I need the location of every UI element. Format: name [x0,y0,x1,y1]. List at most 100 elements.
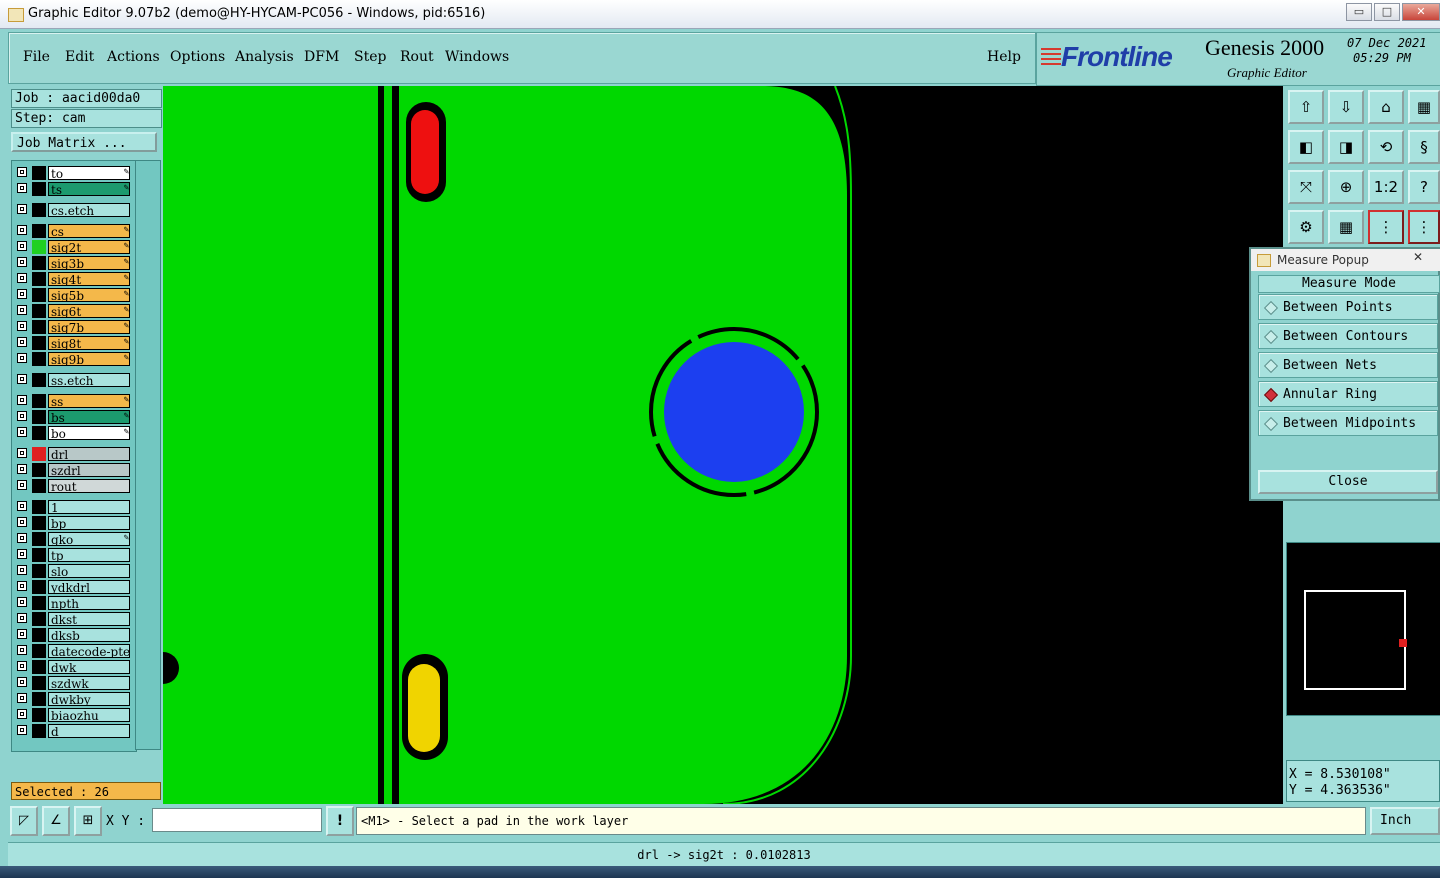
graphic-canvas[interactable] [163,86,1283,804]
layer-checkbox[interactable] [17,411,27,421]
layer-checkbox[interactable] [17,241,27,251]
mode-between-nets[interactable]: Between Nets [1258,352,1438,378]
layer-row[interactable]: bp [15,516,133,530]
layer-color-swatch[interactable] [32,479,46,493]
menu-dfm[interactable]: DFM [304,49,339,65]
layer-row[interactable]: biaozhu [15,708,133,722]
layer-checkbox[interactable] [17,321,27,331]
layer-name[interactable]: ss.etch [48,373,130,387]
units-select[interactable]: Inch [1370,807,1440,835]
redo-icon[interactable]: ⟲ [1368,130,1404,164]
layer-row[interactable]: szdrl [15,463,133,477]
layer-checkbox[interactable] [17,501,27,511]
layer-color-swatch[interactable] [32,596,46,610]
overview-map[interactable] [1286,542,1440,716]
layer-name[interactable]: biaozhu [48,708,130,722]
layer-name[interactable]: sig5b [48,288,130,302]
layer-checkbox[interactable] [17,725,27,735]
layer-color-swatch[interactable] [32,256,46,270]
maximize-button[interactable]: □ [1374,3,1400,21]
layer-row[interactable]: dksb [15,628,133,642]
layer-checkbox[interactable] [17,517,27,527]
layer-list-scrollbar[interactable] [135,160,161,750]
layer-color-swatch[interactable] [32,447,46,461]
layer-name[interactable]: d [48,724,130,738]
layer-checkbox[interactable] [17,374,27,384]
layer-checkbox[interactable] [17,395,27,405]
zoom-home-icon[interactable]: ⇧ [1288,90,1324,124]
layer-color-swatch[interactable] [32,272,46,286]
home-icon[interactable]: ⌂ [1368,90,1404,124]
layer-name[interactable]: rout [48,479,130,493]
layer-checkbox[interactable] [17,337,27,347]
pan-left-icon[interactable]: ◧ [1288,130,1324,164]
layer-name[interactable]: sig9b [48,352,130,366]
layer-checkbox[interactable] [17,661,27,671]
menu-edit[interactable]: Edit [65,49,94,65]
layer-row[interactable]: drl [15,447,133,461]
layer-checkbox[interactable] [17,289,27,299]
measure-icon[interactable]: ⚙ [1288,210,1324,244]
layer-color-swatch[interactable] [32,463,46,477]
layer-color-swatch[interactable] [32,564,46,578]
layer-checkbox[interactable] [17,549,27,559]
help-icon[interactable]: ? [1408,170,1440,204]
layer-checkbox[interactable] [17,533,27,543]
menu-analysis[interactable]: Analysis [235,49,294,65]
layer-row[interactable]: cs.etch [15,203,133,217]
layer-name[interactable]: sig7b [48,320,130,334]
layer-name[interactable]: szdwk [48,676,130,690]
fit-icon[interactable]: ⤧ [1288,170,1324,204]
job-matrix-button[interactable]: Job Matrix ... [11,132,157,152]
layer-row[interactable]: gko ✎ [15,532,133,546]
layer-name[interactable]: bo [48,426,130,440]
layer-color-swatch[interactable] [32,532,46,546]
menu-help[interactable]: Help [987,49,1021,65]
snap-angle-icon[interactable]: ∠ [42,806,70,836]
layer-name[interactable]: gko [48,532,130,546]
zoom-back-icon[interactable]: ⇩ [1328,90,1364,124]
layer-color-swatch[interactable] [32,426,46,440]
snap-center-icon[interactable]: ⊞ [74,806,102,836]
layer-row[interactable]: slo [15,564,133,578]
layer-checkbox[interactable] [17,645,27,655]
menu-actions[interactable]: Actions [107,49,160,65]
layer-color-swatch[interactable] [32,612,46,626]
board-view[interactable] [163,86,1283,804]
layer-color-swatch[interactable] [32,692,46,706]
layer-color-swatch[interactable] [32,644,46,658]
snap-grid-icon[interactable]: ◸ [10,806,38,836]
net2-icon[interactable]: ⋮ [1408,210,1440,244]
menu-rout[interactable]: Rout [400,49,434,65]
alert-icon[interactable]: ! [326,806,354,836]
layer-row[interactable]: ts ✎ [15,182,133,196]
mode-between-points[interactable]: Between Points [1258,294,1438,320]
layer-name[interactable]: dkst [48,612,130,626]
layer-color-swatch[interactable] [32,288,46,302]
layer-color-swatch[interactable] [32,708,46,722]
menu-file[interactable]: File [23,49,50,65]
grid-icon[interactable]: ▦ [1328,210,1364,244]
layer-checkbox[interactable] [17,597,27,607]
layer-row[interactable]: 1 [15,500,133,514]
layer-row[interactable]: dwkby [15,692,133,706]
layer-checkbox[interactable] [17,629,27,639]
layer-color-swatch[interactable] [32,410,46,424]
layer-name[interactable]: drl [48,447,130,461]
layer-color-swatch[interactable] [32,352,46,366]
layer-color-swatch[interactable] [32,320,46,334]
layer-row[interactable]: d [15,724,133,738]
layer-row[interactable]: sig2t ✎ [15,240,133,254]
layer-row[interactable]: szdwk [15,676,133,690]
layer-checkbox[interactable] [17,693,27,703]
layer-color-swatch[interactable] [32,724,46,738]
layer-checkbox[interactable] [17,709,27,719]
layer-name[interactable]: ydkdrl [48,580,130,594]
layer-row[interactable]: ydkdrl [15,580,133,594]
layer-row[interactable]: npth [15,596,133,610]
layer-name[interactable]: slo [48,564,130,578]
layer-checkbox[interactable] [17,448,27,458]
window-icon[interactable]: ▦ [1408,90,1440,124]
layer-name[interactable]: ss [48,394,130,408]
layer-row[interactable]: sig7b ✎ [15,320,133,334]
